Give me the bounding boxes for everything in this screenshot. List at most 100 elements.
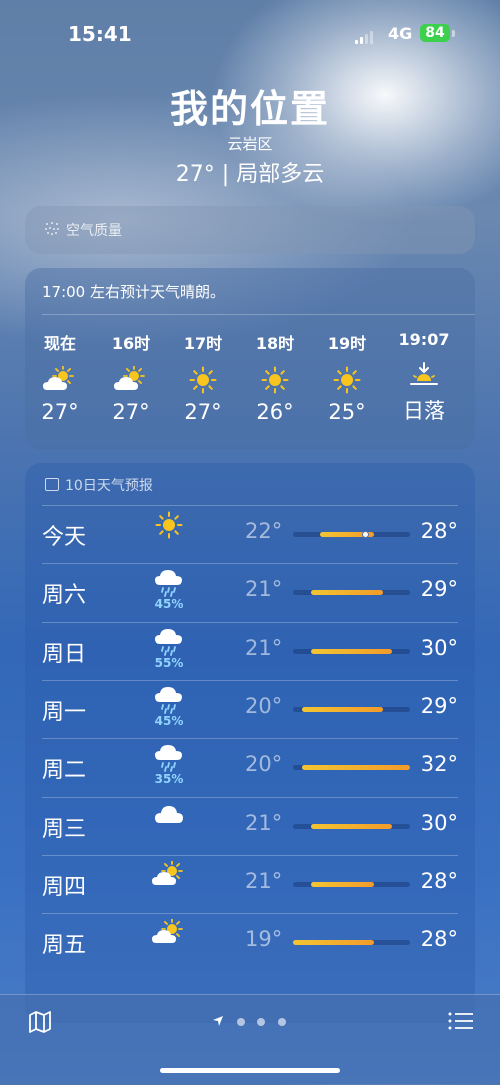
page-dot[interactable]	[237, 1018, 245, 1026]
divider	[42, 796, 458, 798]
signal-icon	[355, 30, 373, 44]
sun-icon	[317, 360, 377, 400]
rain-icon: 45%	[149, 569, 189, 617]
air-quality-card[interactable]: 空气质量	[25, 206, 475, 254]
high-temp: 28°	[420, 868, 458, 893]
sun-icon	[245, 360, 305, 400]
cloud-icon	[149, 803, 189, 851]
temp-range-bar	[293, 823, 410, 829]
rain-icon: 45%	[149, 686, 189, 734]
hour-temp: 27°	[184, 400, 222, 424]
divider	[42, 854, 458, 856]
temp-range-fill	[311, 648, 392, 654]
high-temp: 32°	[420, 752, 458, 777]
high-temp: 30°	[420, 810, 458, 835]
partly-cloudy-icon	[149, 918, 189, 967]
home-indicator[interactable]	[160, 1068, 340, 1073]
low-temp: 21°	[245, 635, 283, 660]
status-bar: 15:41 4G 84	[0, 22, 500, 48]
low-temp: 20°	[245, 752, 283, 777]
ten-day-forecast-card[interactable]: 10日天气预报 今天 22° 28° 周六 45% 21° 29° 周日 55% 21° 30° 周一…	[25, 463, 475, 1023]
page-dot[interactable]	[257, 1018, 265, 1026]
temp-range-bar	[293, 881, 410, 887]
hourly-description: 17:00 左右预计天气晴朗。	[42, 283, 225, 301]
network-type: 4G	[388, 24, 413, 43]
low-temp: 22°	[245, 519, 283, 543]
hourly-item: 16时 27°	[101, 330, 161, 424]
precip-chance: 35%	[154, 772, 184, 787]
hour-label: 18时	[255, 334, 295, 353]
temp-range-fill	[293, 940, 374, 946]
day-row[interactable]: 周四 21° 28°	[25, 854, 475, 913]
precip-chance: 55%	[154, 655, 184, 670]
temp-range-fill	[302, 706, 383, 712]
status-time: 15:41	[68, 22, 132, 46]
high-temp: 30°	[420, 635, 458, 660]
temp-range-bar	[293, 940, 410, 946]
district-label: 云岩区	[227, 135, 273, 153]
hour-temp: 27°	[112, 400, 150, 424]
temp-range-fill	[302, 765, 410, 771]
page-dot[interactable]	[278, 1018, 286, 1026]
hourly-forecast-card[interactable]: 17:00 左右预计天气晴朗。 现在 27° 16时 27° 17时 27° 18时 26° 1…	[25, 268, 475, 450]
partly-cloudy-icon	[149, 859, 189, 909]
hour-temp: 26°	[256, 400, 294, 424]
hour-label: 19:07	[398, 330, 450, 349]
hour-label: 17时	[183, 334, 223, 353]
rain-icon: 35%	[149, 744, 189, 792]
air-quality-label: 空气质量	[66, 223, 122, 239]
day-row[interactable]: 周三 21° 30°	[25, 796, 475, 855]
day-row[interactable]: 今天 22° 28°	[25, 505, 475, 563]
day-row[interactable]: 周一 45% 20° 29°	[25, 679, 475, 738]
divider	[42, 679, 458, 681]
day-label: 周五	[42, 933, 87, 959]
high-temp: 29°	[420, 693, 458, 718]
day-row[interactable]: 周日 55% 21° 30°	[25, 621, 475, 680]
day-row[interactable]: 周六 45% 21° 29°	[25, 563, 475, 621]
divider	[42, 505, 458, 506]
temp-range-bar	[293, 648, 410, 654]
location-title: 我的位置	[169, 87, 330, 131]
day-label: 周六	[42, 583, 87, 609]
hourly-item: 19时 25°	[317, 330, 377, 424]
hourly-item: 17时 27°	[173, 330, 233, 424]
sun-icon	[149, 511, 189, 559]
high-temp: 28°	[420, 519, 458, 543]
partly-cloudy-icon	[101, 360, 161, 400]
hour-temp: 27°	[41, 400, 79, 424]
partly-cloudy-icon	[30, 360, 90, 400]
low-temp: 21°	[245, 577, 283, 602]
divider	[42, 563, 458, 565]
map-icon[interactable]	[28, 1011, 52, 1033]
location-header: 我的位置 云岩区 27° | 局部多云	[0, 78, 500, 188]
hourly-item: 19:07 日落	[394, 330, 454, 425]
current-temp-dot	[362, 531, 369, 538]
day-row[interactable]: 周五 19° 28°	[25, 913, 475, 971]
battery-cap	[452, 30, 455, 37]
day-label: 周二	[42, 758, 87, 784]
temp-range-bar	[293, 590, 410, 596]
battery-icon: 84	[420, 24, 450, 42]
temp-range-fill	[311, 881, 374, 887]
high-temp: 29°	[420, 577, 458, 602]
hour-label: 16时	[111, 334, 151, 353]
low-temp: 20°	[245, 693, 283, 718]
current-conditions: 27° | 局部多云	[175, 162, 325, 187]
divider	[42, 738, 458, 740]
day-row[interactable]: 周二 35% 20° 32°	[25, 738, 475, 796]
precip-chance: 45%	[154, 597, 184, 612]
divider	[42, 621, 458, 623]
air-quality-icon	[45, 222, 59, 235]
divider	[42, 913, 458, 915]
calendar-icon	[45, 478, 59, 491]
sunset-icon	[394, 355, 454, 395]
hourly-item: 18时 26°	[245, 330, 305, 424]
ten-day-title-text: 10日天气预报	[65, 478, 153, 494]
temp-range-fill	[311, 823, 392, 829]
list-icon[interactable]	[448, 1011, 474, 1031]
day-label: 周三	[42, 816, 87, 842]
ten-day-title: 10日天气预报	[45, 475, 153, 495]
hour-temp: 日落	[403, 399, 445, 423]
temp-range-bar	[293, 706, 410, 712]
temp-range-bar	[293, 531, 410, 538]
